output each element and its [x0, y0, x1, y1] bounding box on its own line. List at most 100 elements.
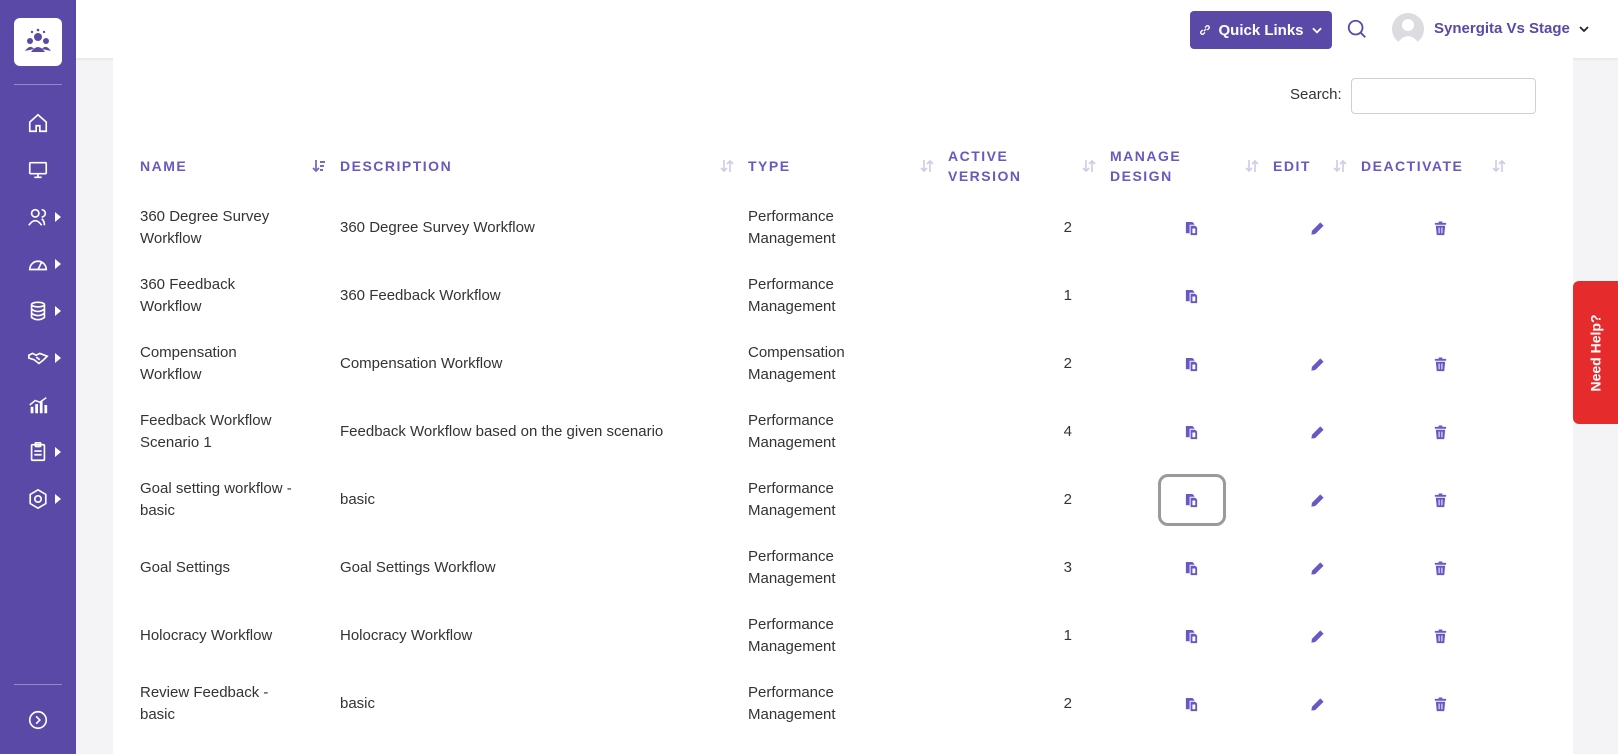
quick-links-button[interactable]: Quick Links — [1190, 11, 1332, 49]
sort-icon[interactable] — [1245, 158, 1259, 174]
sort-icon[interactable] — [1333, 158, 1347, 174]
cell-active-version: 1 — [1063, 287, 1072, 304]
cell-deactivate — [1361, 262, 1520, 330]
search-icon[interactable] — [1346, 18, 1368, 40]
column-header-label: DESIGN — [1110, 168, 1173, 184]
expand-arrow-icon — [55, 494, 61, 504]
search-input[interactable] — [1351, 78, 1536, 114]
workflow-table: NAME DESCRIPTION TYPE ACTIVE VERSION MANAGE DE… — [140, 138, 1520, 738]
cell-name: Goal setting workflow - basic — [140, 466, 340, 534]
pencil-icon[interactable] — [1310, 561, 1325, 576]
column-header-label: EDIT — [1273, 158, 1311, 174]
sidebar-item-users[interactable] — [0, 199, 76, 235]
user-name[interactable]: Synergita Vs Stage — [1434, 20, 1570, 37]
copy-design-icon[interactable] — [1184, 357, 1199, 372]
cell-name: Holocracy Workflow — [140, 602, 340, 670]
cell-description: basic — [340, 491, 376, 508]
database-icon — [30, 301, 46, 321]
column-header-name[interactable]: NAME — [140, 138, 340, 194]
copy-design-icon[interactable] — [1184, 289, 1199, 304]
cell-active-version: 1 — [1063, 627, 1072, 644]
sidebar-item-tasks[interactable] — [0, 434, 76, 470]
column-header-active-version[interactable]: ACTIVE VERSION — [948, 138, 1110, 194]
pencil-icon[interactable] — [1310, 629, 1325, 644]
sidebar-item-reports[interactable] — [0, 387, 76, 423]
team-logo-icon — [25, 28, 51, 52]
cell-deactivate — [1361, 330, 1520, 398]
sort-icon[interactable] — [1492, 158, 1506, 174]
type-text: Performance — [748, 412, 834, 429]
column-header-type[interactable]: TYPE — [748, 138, 948, 194]
sort-icon[interactable] — [720, 158, 734, 174]
sidebar-expand-button[interactable] — [0, 702, 76, 738]
copy-design-icon[interactable] — [1184, 629, 1199, 644]
clipboard-icon — [30, 442, 46, 462]
sidebar-item-home[interactable] — [0, 105, 76, 141]
pencil-icon[interactable] — [1310, 493, 1325, 508]
column-header-label: VERSION — [948, 168, 1022, 184]
sidebar-item-dashboard[interactable] — [0, 152, 76, 188]
sidebar-item-performance[interactable] — [0, 246, 76, 282]
copy-design-icon[interactable] — [1184, 221, 1199, 236]
need-help-tab[interactable]: Need Help? — [1573, 281, 1618, 424]
name-text: Holocracy Workflow — [140, 627, 273, 644]
copy-design-icon[interactable] — [1184, 697, 1199, 712]
manage-design-button-focused[interactable] — [1157, 474, 1226, 526]
trash-icon[interactable] — [1433, 493, 1448, 508]
type-text: Performance — [748, 276, 834, 293]
cell-type: Performance Management — [748, 670, 948, 738]
pencil-icon[interactable] — [1310, 425, 1325, 440]
cell-edit — [1273, 330, 1361, 398]
need-help-label: Need Help? — [1587, 313, 1604, 392]
cell-description: Feedback Workflow based on the given sce… — [340, 423, 664, 440]
column-header-label: DESCRIPTION — [340, 158, 453, 174]
column-header-label: TYPE — [748, 158, 791, 174]
trash-icon[interactable] — [1433, 697, 1448, 712]
sidebar-item-data[interactable] — [0, 293, 76, 329]
workflow-list-card: Search: NAME DESCRIPTION TYPE ACTIVE VERSION… — [113, 58, 1573, 754]
monitor-icon — [28, 161, 48, 179]
trash-icon[interactable] — [1433, 561, 1448, 576]
home-icon — [28, 113, 48, 133]
chevron-down-icon[interactable] — [1578, 23, 1590, 35]
type-text: Performance — [748, 616, 834, 633]
column-header-deactivate[interactable]: DEACTIVATE — [1361, 138, 1520, 194]
sidebar-divider — [14, 684, 62, 685]
trash-icon[interactable] — [1433, 221, 1448, 236]
table-row: Goal setting workflow - basic basic Perform… — [140, 466, 1520, 534]
sort-icon[interactable] — [920, 158, 934, 174]
type-text: Management — [748, 706, 836, 723]
sort-icon[interactable] — [1082, 158, 1096, 174]
sidebar-item-engagement[interactable] — [0, 340, 76, 376]
type-text: Performance — [748, 208, 834, 225]
copy-design-icon[interactable] — [1184, 561, 1199, 576]
column-header-description[interactable]: DESCRIPTION — [340, 138, 748, 194]
sidebar-item-settings[interactable] — [0, 481, 76, 517]
cell-description: 360 Degree Survey Workflow — [340, 219, 535, 236]
column-header-edit[interactable]: EDIT — [1273, 138, 1361, 194]
type-text: Management — [748, 502, 836, 519]
sort-asc-icon[interactable] — [312, 158, 326, 174]
app-logo[interactable] — [14, 18, 62, 66]
column-header-label: NAME — [140, 158, 188, 174]
name-text: 360 Degree Survey — [140, 208, 270, 225]
pencil-icon[interactable] — [1310, 357, 1325, 372]
table-row: 360 Degree Survey Workflow 360 Degree Surv… — [140, 194, 1520, 262]
expand-icon — [28, 710, 48, 730]
settings-icon — [29, 488, 47, 510]
type-text: Compensation — [748, 344, 845, 361]
cell-edit — [1273, 670, 1361, 738]
avatar[interactable] — [1392, 13, 1424, 45]
trash-icon[interactable] — [1433, 629, 1448, 644]
trash-icon[interactable] — [1433, 425, 1448, 440]
pencil-icon[interactable] — [1310, 221, 1325, 236]
cell-name: Review Feedback - basic — [140, 670, 340, 738]
name-text: 360 Feedback — [140, 276, 236, 293]
copy-design-icon[interactable] — [1184, 425, 1199, 440]
column-header-manage-design[interactable]: MANAGE DESIGN — [1110, 138, 1273, 194]
name-text: basic — [140, 706, 176, 723]
cell-deactivate — [1361, 466, 1520, 534]
pencil-icon[interactable] — [1310, 697, 1325, 712]
trash-icon[interactable] — [1433, 357, 1448, 372]
copy-design-icon[interactable] — [1184, 493, 1199, 508]
